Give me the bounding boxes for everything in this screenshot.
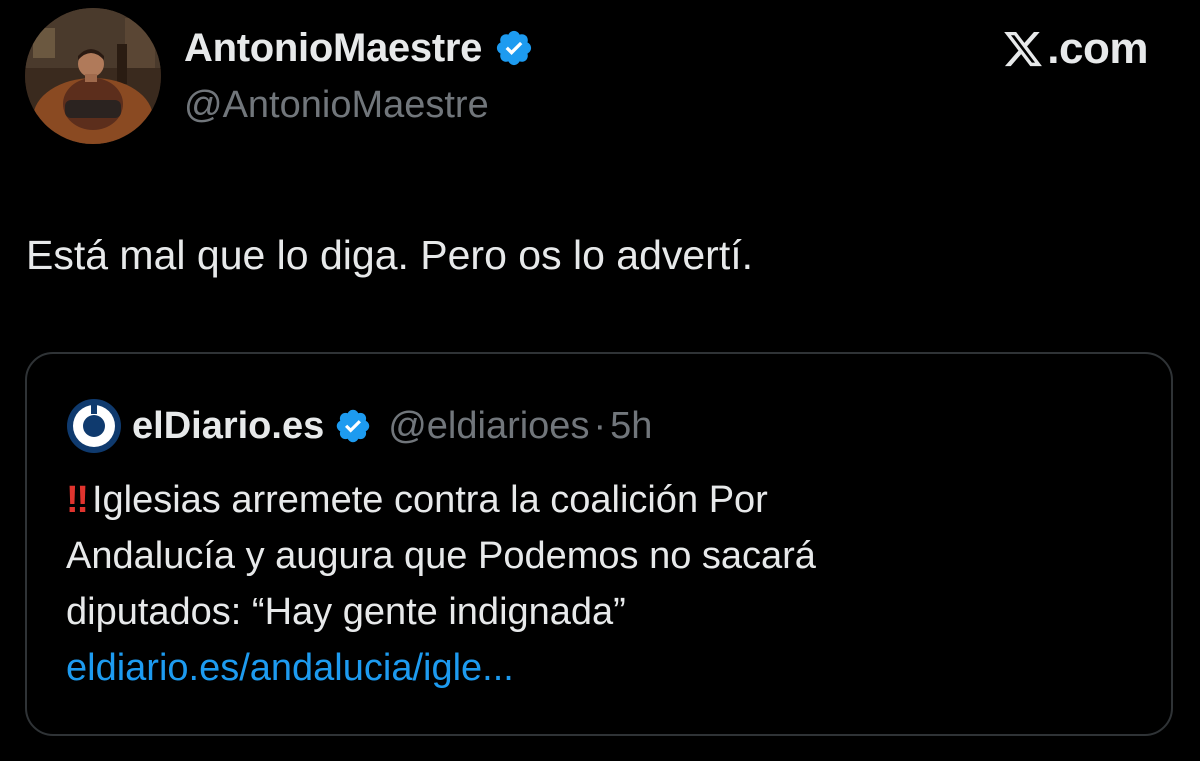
quoted-tweet-text: ‼ Iglesias arremete contra la coalición P… — [66, 472, 1136, 696]
quoted-tweet[interactable]: elDiario.es @eldiarioes · 5h ‼ Iglesias a… — [25, 352, 1173, 736]
article-link[interactable]: eldiario.es/andalucia/igle... — [66, 647, 514, 689]
x-logo-icon — [1001, 28, 1045, 70]
meta-separator: · — [593, 405, 607, 447]
quoted-verified-badge-icon — [334, 407, 372, 445]
tweet-text: Está mal que lo diga. Pero os lo advertí… — [26, 232, 754, 278]
tweet-card: AntonioMaestre @AntonioMaestre .com Está… — [0, 0, 1200, 761]
eldiario-logo-icon[interactable] — [66, 398, 122, 454]
alert-emoji-icon: ‼ — [66, 479, 89, 521]
brand-watermark: .com — [1001, 24, 1148, 74]
quoted-text-line-2: Andalucía y augura que Podemos no sacará — [66, 535, 816, 577]
user-avatar-photo — [25, 8, 161, 144]
verified-badge-icon — [494, 28, 534, 68]
author-display-name[interactable]: AntonioMaestre — [184, 24, 482, 72]
quoted-tweet-header: elDiario.es @eldiarioes · 5h — [66, 398, 652, 454]
quoted-text-line-3: diputados: “Hay gente indignada” — [66, 591, 626, 633]
author-avatar[interactable] — [25, 8, 161, 144]
brand-text: .com — [1047, 24, 1148, 73]
quoted-text-line-1: Iglesias arremete contra la coalición Po… — [91, 479, 768, 521]
author-name-row: AntonioMaestre — [184, 24, 534, 72]
author-handle[interactable]: @AntonioMaestre — [184, 82, 489, 128]
quoted-meta: @eldiarioes · 5h — [388, 403, 652, 449]
quoted-timestamp[interactable]: 5h — [610, 403, 652, 449]
quoted-author-handle[interactable]: @eldiarioes — [388, 403, 589, 449]
quoted-author-name[interactable]: elDiario.es — [132, 403, 324, 449]
